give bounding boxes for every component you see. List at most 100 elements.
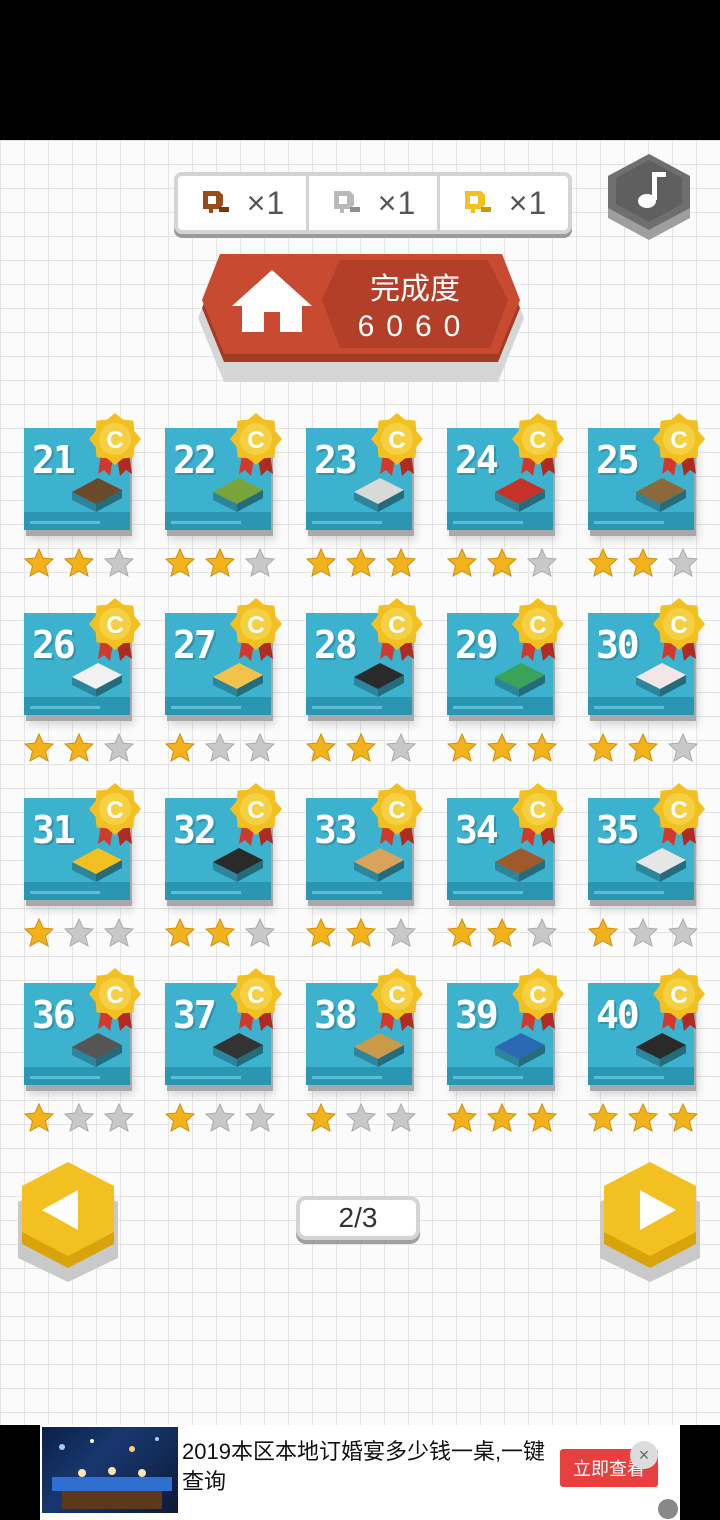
star-filled-icon	[487, 548, 517, 577]
ad-banner[interactable]: 2019本区本地订婚宴多少钱一桌,一键查询 立即查看 ×	[40, 1425, 680, 1520]
level-stars	[306, 1103, 416, 1133]
star-empty-icon	[104, 918, 134, 947]
medal-badge-icon: C	[653, 413, 705, 476]
ad-text[interactable]: 2019本区本地订婚宴多少钱一桌,一键查询	[182, 1437, 552, 1497]
star-filled-icon	[588, 918, 618, 947]
level-card-38[interactable]: 38 C	[306, 967, 423, 1137]
svg-text:C: C	[529, 797, 546, 824]
level-card-35[interactable]: 35 C	[588, 782, 705, 952]
star-empty-icon	[104, 1103, 134, 1132]
level-card-32[interactable]: 32 C	[165, 782, 282, 952]
level-floor-line	[594, 706, 664, 709]
ad-close-icon[interactable]: ×	[630, 1441, 658, 1469]
level-card-26[interactable]: 26 C	[24, 597, 141, 767]
star-filled-icon	[346, 733, 376, 762]
level-stars	[588, 548, 698, 578]
level-stars	[447, 918, 557, 948]
star-filled-icon	[447, 733, 477, 762]
star-filled-icon	[447, 548, 477, 577]
star-filled-icon	[24, 548, 54, 577]
level-number: 23	[314, 438, 358, 482]
level-card-21[interactable]: 21 C	[24, 412, 141, 582]
level-stars	[447, 548, 557, 578]
star-empty-icon	[386, 918, 416, 947]
svg-text:C: C	[247, 427, 264, 454]
svg-text:C: C	[388, 982, 405, 1009]
star-filled-icon	[588, 548, 618, 577]
star-empty-icon	[104, 733, 134, 762]
level-card-31[interactable]: 31 C	[24, 782, 141, 952]
level-floor-line	[453, 891, 523, 894]
level-card-29[interactable]: 29 C	[447, 597, 564, 767]
level-card-39[interactable]: 39 C	[447, 967, 564, 1137]
star-empty-icon	[104, 548, 134, 577]
level-card-25[interactable]: 25 C	[588, 412, 705, 582]
star-empty-icon	[205, 733, 235, 762]
level-stars	[165, 1103, 275, 1133]
level-floor-line	[171, 1076, 241, 1079]
svg-text:C: C	[388, 797, 405, 824]
level-stars	[24, 918, 134, 948]
level-card-27[interactable]: 27 C	[165, 597, 282, 767]
medal-badge-icon: C	[89, 598, 141, 661]
level-card-22[interactable]: 22 C	[165, 412, 282, 582]
star-filled-icon	[64, 733, 94, 762]
star-filled-icon	[24, 918, 54, 947]
next-page-button[interactable]	[596, 1160, 716, 1290]
medal-badge-icon: C	[89, 413, 141, 476]
star-filled-icon	[306, 733, 336, 762]
level-floor-line	[312, 1076, 382, 1079]
svg-text:C: C	[247, 982, 264, 1009]
level-number: 36	[32, 993, 76, 1037]
level-card-24[interactable]: 24 C	[447, 412, 564, 582]
level-number: 38	[314, 993, 358, 1037]
level-number: 29	[455, 623, 499, 667]
star-filled-icon	[306, 1103, 336, 1132]
level-card-33[interactable]: 33 C	[306, 782, 423, 952]
level-floor-line	[312, 521, 382, 524]
star-filled-icon	[386, 548, 416, 577]
silver-key-count: ×1	[377, 184, 417, 221]
level-floor-line	[453, 521, 523, 524]
level-stars	[165, 548, 275, 578]
level-stars	[24, 548, 134, 578]
svg-text:C: C	[106, 427, 123, 454]
star-empty-icon	[527, 918, 557, 947]
level-card-37[interactable]: 37 C	[165, 967, 282, 1137]
svg-text:C: C	[106, 797, 123, 824]
level-number: 40	[596, 993, 640, 1037]
level-stars	[447, 733, 557, 763]
svg-text:C: C	[670, 427, 687, 454]
medal-badge-icon: C	[230, 783, 282, 846]
svg-text:C: C	[106, 982, 123, 1009]
status-bar	[0, 0, 720, 140]
level-card-36[interactable]: 36 C	[24, 967, 141, 1137]
star-empty-icon	[205, 1103, 235, 1132]
level-card-40[interactable]: 40 C	[588, 967, 705, 1137]
star-empty-icon	[527, 548, 557, 577]
star-empty-icon	[245, 733, 275, 762]
ad-info-icon[interactable]	[658, 1499, 678, 1519]
star-filled-icon	[588, 733, 618, 762]
level-card-28[interactable]: 28 C	[306, 597, 423, 767]
medal-badge-icon: C	[512, 413, 564, 476]
star-filled-icon	[24, 1103, 54, 1132]
level-card-34[interactable]: 34 C	[447, 782, 564, 952]
medal-badge-icon: C	[230, 413, 282, 476]
star-filled-icon	[447, 1103, 477, 1132]
star-empty-icon	[668, 733, 698, 762]
star-filled-icon	[668, 1103, 698, 1132]
level-card-23[interactable]: 23 C	[306, 412, 423, 582]
prev-page-button[interactable]	[14, 1160, 134, 1290]
level-number: 39	[455, 993, 499, 1037]
page-indicator: 2/3	[296, 1196, 420, 1240]
svg-text:C: C	[670, 982, 687, 1009]
music-toggle-button[interactable]	[604, 152, 694, 244]
level-number: 21	[32, 438, 76, 482]
medal-badge-icon: C	[89, 968, 141, 1031]
level-card-30[interactable]: 30 C	[588, 597, 705, 767]
star-filled-icon	[487, 733, 517, 762]
star-filled-icon	[588, 1103, 618, 1132]
svg-text:C: C	[247, 612, 264, 639]
ad-image[interactable]	[42, 1427, 178, 1513]
